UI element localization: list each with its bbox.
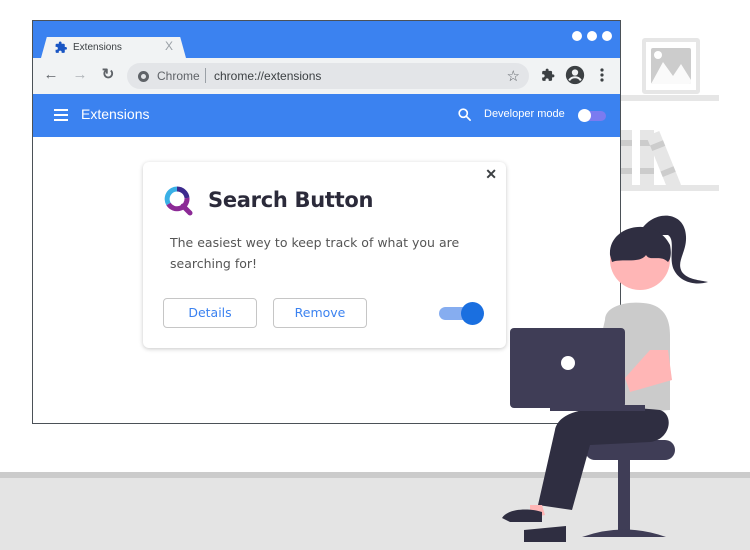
menu-icon[interactable] xyxy=(54,109,68,121)
page-title: Extensions xyxy=(81,106,150,122)
tab-close-icon[interactable]: X xyxy=(165,39,173,53)
remove-button[interactable]: Remove xyxy=(273,298,367,328)
image-icon xyxy=(651,48,691,84)
tab-title: Extensions xyxy=(73,42,122,53)
more-menu-icon[interactable] xyxy=(600,68,604,82)
window-dot-icon[interactable] xyxy=(572,31,582,41)
person-with-laptop-illustration xyxy=(502,215,708,542)
puzzle-icon xyxy=(55,41,67,53)
details-button[interactable]: Details xyxy=(163,298,257,328)
stool xyxy=(582,440,675,537)
address-bar[interactable]: Chrome chrome://extensions ☆ xyxy=(127,63,529,89)
shoe-front xyxy=(524,526,566,542)
back-icon[interactable]: ← xyxy=(42,66,60,84)
extension-card: ✕ Search Button The easiest wey to keep … xyxy=(143,162,506,348)
search-icon[interactable] xyxy=(457,107,472,122)
developer-mode-toggle[interactable] xyxy=(578,109,606,122)
window-dot-icon[interactable] xyxy=(602,31,612,41)
window-controls xyxy=(572,31,612,41)
chrome-logo-icon xyxy=(138,71,149,82)
url-text[interactable]: chrome://extensions xyxy=(214,69,321,83)
extension-enable-toggle[interactable] xyxy=(439,302,487,325)
laptop-logo xyxy=(561,356,575,370)
site-label: Chrome xyxy=(157,69,200,83)
bookmark-star-icon[interactable]: ☆ xyxy=(507,67,520,85)
profile-avatar-icon[interactable] xyxy=(565,65,585,85)
toggle-knob xyxy=(461,302,484,325)
lower-shelf xyxy=(620,185,719,191)
extensions-header: Extensions Developer mode xyxy=(33,94,620,137)
developer-mode-label: Developer mode xyxy=(484,108,565,120)
forward-icon[interactable]: → xyxy=(71,66,89,84)
illustration-stage: Extensions X ← → ↻ Chrome chrome://exten… xyxy=(0,0,750,550)
close-icon[interactable]: ✕ xyxy=(485,166,497,183)
reload-icon[interactable]: ↻ xyxy=(99,66,117,84)
window-dot-icon[interactable] xyxy=(587,31,597,41)
upper-shelf xyxy=(620,95,719,101)
laptop-base xyxy=(550,405,645,411)
search-button-logo-icon xyxy=(164,186,193,216)
picture-frame xyxy=(642,38,700,94)
address-separator xyxy=(205,68,206,83)
tab-bar: Extensions X xyxy=(33,21,620,58)
toggle-knob xyxy=(578,109,591,122)
browser-toolbar: ← → ↻ Chrome chrome://extensions ☆ xyxy=(33,58,620,94)
tab-extensions[interactable]: Extensions X xyxy=(41,37,186,58)
extensions-puzzle-icon[interactable] xyxy=(541,68,555,82)
book xyxy=(620,130,632,188)
extension-name: Search Button xyxy=(208,188,374,212)
extension-description: The easiest wey to keep track of what yo… xyxy=(170,235,460,271)
shoe-back xyxy=(502,509,542,522)
